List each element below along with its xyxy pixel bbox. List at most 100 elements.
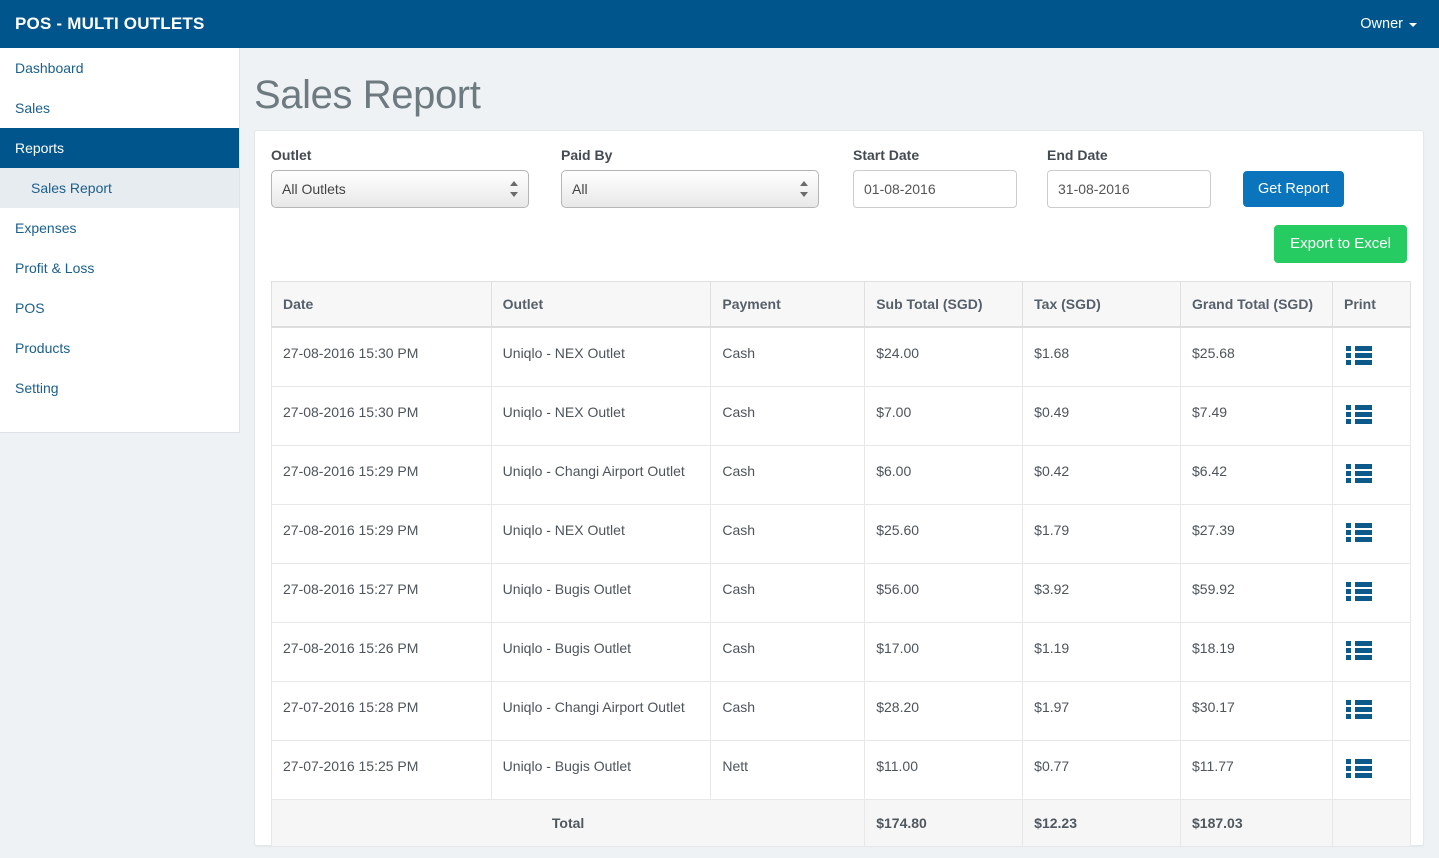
outlet-select-wrapper: All Outlets (271, 170, 529, 208)
cell-payment: Nett (710, 740, 866, 800)
cell-grand-total: $30.17 (1180, 681, 1333, 741)
cell-payment: Cash (710, 326, 866, 387)
table-row: 27-08-2016 15:30 PM Uniqlo - NEX Outlet Ca… (271, 326, 1411, 387)
sidebar-item-label: Setting (15, 380, 59, 396)
outlet-filter-label: Outlet (271, 147, 312, 163)
total-grand-total: $187.03 (1180, 799, 1333, 847)
cell-grand-total: $11.77 (1180, 740, 1333, 800)
get-report-button[interactable]: Get Report (1243, 171, 1344, 207)
cell-date: 27-08-2016 15:26 PM (271, 622, 492, 682)
list-icon (1346, 581, 1372, 601)
user-menu-label: Owner (1360, 16, 1403, 32)
start-date-label: Start Date (853, 147, 920, 163)
cell-tax: $1.19 (1022, 622, 1182, 682)
sidebar-item-setting[interactable]: Setting (0, 368, 239, 408)
column-header-tax: Tax (SGD) (1022, 281, 1182, 328)
sidebar-item-pos[interactable]: POS (0, 288, 239, 328)
sidebar-item-label: Reports (15, 140, 65, 156)
export-bar: Export to Excel (1274, 225, 1407, 263)
end-date-input[interactable] (1047, 170, 1211, 208)
end-date-filter-group: End Date (1047, 147, 1243, 208)
cell-print (1332, 563, 1411, 623)
cell-tax: $0.42 (1022, 445, 1182, 505)
cell-print (1332, 326, 1411, 387)
report-panel: Outlet All Outlets Paid By All Start Dat… (254, 130, 1424, 847)
sidebar-item-label: POS (15, 300, 45, 316)
filter-bar: Outlet All Outlets Paid By All Start Dat… (255, 131, 1423, 208)
cell-grand-total: $27.39 (1180, 504, 1333, 564)
cell-print (1332, 445, 1411, 505)
cell-date: 27-08-2016 15:29 PM (271, 504, 492, 564)
table-row: 27-08-2016 15:29 PM Uniqlo - Changi Airpo… (271, 445, 1411, 505)
cell-sub-total: $6.00 (864, 445, 1024, 505)
start-date-input[interactable] (853, 170, 1017, 208)
paid-by-filter-group: Paid By All (561, 147, 853, 208)
cell-payment: Cash (710, 622, 866, 682)
navbar-right: Owner (1360, 16, 1439, 32)
column-header-outlet: Outlet (490, 281, 712, 328)
table-row: 27-08-2016 15:27 PM Uniqlo - Bugis Outlet… (271, 563, 1411, 623)
table-total-row: Total $174.80 $12.23 $187.03 (270, 799, 1411, 847)
cell-date: 27-08-2016 15:30 PM (271, 386, 492, 446)
print-receipt-button[interactable] (1346, 345, 1372, 368)
report-table-container: Date Outlet Payment Sub Total (SGD) Tax (SGD… (270, 281, 1411, 847)
cell-grand-total: $59.92 (1180, 563, 1333, 623)
table-row: 27-07-2016 15:28 PM Uniqlo - Changi Airpo… (271, 681, 1411, 741)
cell-outlet: Uniqlo - NEX Outlet (490, 504, 712, 564)
cell-grand-total: $6.42 (1180, 445, 1333, 505)
cell-outlet: Uniqlo - Bugis Outlet (490, 740, 712, 800)
print-receipt-button[interactable] (1346, 404, 1372, 427)
cell-outlet: Uniqlo - NEX Outlet (490, 386, 712, 446)
table-header-row: Date Outlet Payment Sub Total (SGD) Tax (SGD… (271, 281, 1411, 328)
table-body: 27-08-2016 15:30 PM Uniqlo - NEX Outlet Ca… (270, 326, 1411, 847)
cell-payment: Cash (710, 681, 866, 741)
cell-print (1332, 740, 1411, 800)
sidebar-item-reports[interactable]: Reports (0, 128, 239, 168)
total-label: Total (270, 799, 866, 847)
cell-grand-total: $25.68 (1180, 326, 1333, 387)
table-head: Date Outlet Payment Sub Total (SGD) Tax (SGD… (271, 281, 1411, 328)
list-icon (1346, 758, 1372, 778)
print-receipt-button[interactable] (1346, 522, 1372, 545)
sidebar-item-profit-loss[interactable]: Profit & Loss (0, 248, 239, 288)
cell-date: 27-08-2016 15:29 PM (271, 445, 492, 505)
cell-payment: Cash (710, 445, 866, 505)
sidebar-item-label: Sales (15, 100, 51, 116)
paid-by-select[interactable]: All (561, 170, 819, 208)
cell-sub-total: $25.60 (864, 504, 1024, 564)
sidebar-item-products[interactable]: Products (0, 328, 239, 368)
cell-outlet: Uniqlo - NEX Outlet (490, 326, 712, 387)
print-receipt-button[interactable] (1346, 581, 1372, 604)
cell-print (1332, 622, 1411, 682)
print-receipt-button[interactable] (1346, 463, 1372, 486)
sidebar-item-label: Products (15, 340, 71, 356)
cell-tax: $1.97 (1022, 681, 1182, 741)
cell-outlet: Uniqlo - Bugis Outlet (490, 622, 712, 682)
cell-tax: $3.92 (1022, 563, 1182, 623)
sidebar-item-expenses[interactable]: Expenses (0, 208, 239, 248)
print-receipt-button[interactable] (1346, 640, 1372, 663)
print-receipt-button[interactable] (1346, 699, 1372, 722)
chevron-down-icon (1409, 23, 1417, 27)
outlet-select[interactable]: All Outlets (271, 170, 529, 208)
outlet-filter-group: Outlet All Outlets (271, 147, 561, 208)
sidebar-item-dashboard[interactable]: Dashboard (0, 48, 239, 88)
cell-outlet: Uniqlo - Changi Airport Outlet (490, 445, 712, 505)
paid-by-select-wrapper: All (561, 170, 819, 208)
sidebar-subitem-sales-report[interactable]: Sales Report (0, 168, 239, 208)
app-brand-link[interactable]: POS - MULTI OUTLETS (0, 0, 205, 48)
print-receipt-button[interactable] (1346, 758, 1372, 781)
sidebar-item-sales[interactable]: Sales (0, 88, 239, 128)
list-icon (1346, 699, 1372, 719)
export-to-excel-button[interactable]: Export to Excel (1274, 225, 1407, 263)
sidebar-nav: Dashboard Sales Reports Sales Report Expense… (0, 48, 240, 433)
cell-sub-total: $7.00 (864, 386, 1024, 446)
cell-tax: $0.77 (1022, 740, 1182, 800)
cell-payment: Cash (710, 563, 866, 623)
user-menu-toggle[interactable]: Owner (1360, 16, 1417, 32)
cell-grand-total: $18.19 (1180, 622, 1333, 682)
cell-print (1332, 504, 1411, 564)
end-date-label: End Date (1047, 147, 1108, 163)
table-row: 27-08-2016 15:26 PM Uniqlo - Bugis Outlet… (271, 622, 1411, 682)
cell-outlet: Uniqlo - Bugis Outlet (490, 563, 712, 623)
